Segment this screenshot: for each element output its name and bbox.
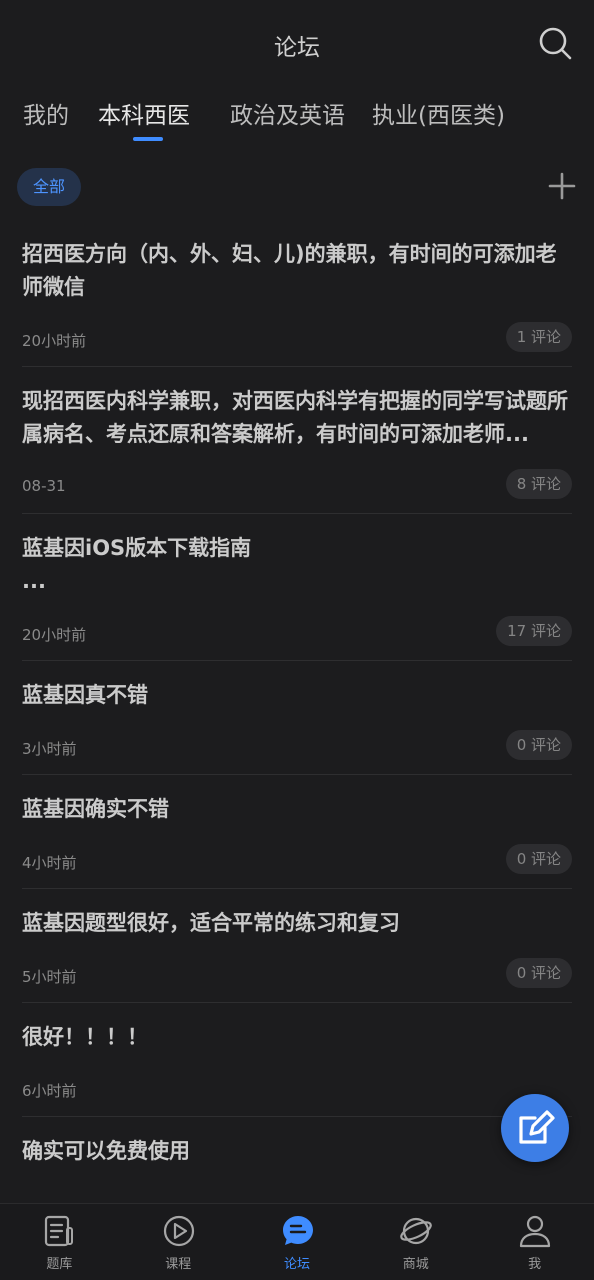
post-time: 4小时前 (22, 854, 77, 872)
post-title: 蓝基因iOS版本下载指南 ... (22, 536, 252, 593)
person-icon (520, 1215, 551, 1248)
list-item[interactable]: 蓝基因真不错 3小时前 0 评论 (22, 661, 572, 775)
tabbar-item-me[interactable]: 我 (475, 1204, 594, 1280)
top-bar: 论坛 (0, 0, 594, 88)
filter-row: 全部 (0, 168, 594, 208)
tabbar-label: 商城 (402, 1257, 429, 1272)
tab-licensed-western[interactable]: 执业(西医类) (372, 96, 505, 130)
search-icon[interactable] (538, 26, 572, 60)
list-item[interactable]: 很好！！！！ 6小时前 (22, 1003, 572, 1117)
post-list: 招西医方向（内、外、妇、儿)的兼职，有时间的可添加老师微信 20小时前 1 评论… (0, 220, 594, 1168)
tab-politics-english[interactable]: 政治及英语 (230, 96, 345, 130)
post-time: 3小时前 (22, 740, 77, 758)
active-tab-indicator (133, 137, 163, 141)
tab-mine[interactable]: 我的 (23, 96, 69, 130)
list-item[interactable]: 确实可以免费使用 (22, 1117, 572, 1168)
question-bank-icon (44, 1215, 73, 1247)
bottom-tab-bar: 题库 课程 论坛 商城 我 (0, 1203, 594, 1280)
filter-chip-all[interactable]: 全部 (17, 168, 82, 206)
post-title: 招西医方向（内、外、妇、儿)的兼职，有时间的可添加老师微信 (22, 242, 557, 299)
post-time: 5小时前 (22, 968, 77, 986)
post-time: 20小时前 (22, 626, 87, 644)
post-title: 蓝基因确实不错 (22, 797, 169, 821)
list-item[interactable]: 现招西医内科学兼职，对西医内科学有把握的同学写试题所属病名、考点还原和答案解析，… (22, 367, 572, 514)
play-icon (163, 1215, 194, 1247)
tabbar-label: 我 (528, 1257, 542, 1272)
tabbar-label: 论坛 (283, 1257, 310, 1272)
tabbar-item-question-bank[interactable]: 题库 (0, 1204, 119, 1280)
comment-count-badge: 17 评论 (496, 616, 572, 646)
comment-count-badge: 0 评论 (505, 730, 572, 760)
list-item[interactable]: 蓝基因iOS版本下载指南 ... 20小时前 17 评论 (22, 514, 572, 661)
add-icon[interactable] (548, 172, 576, 200)
chat-icon (282, 1216, 313, 1245)
tabbar-label: 课程 (165, 1257, 192, 1272)
planet-icon (400, 1217, 433, 1245)
comment-count-badge: 8 评论 (505, 469, 572, 499)
list-item[interactable]: 招西医方向（内、外、妇、儿)的兼职，有时间的可添加老师微信 20小时前 1 评论 (22, 220, 572, 367)
post-title: 现招西医内科学兼职，对西医内科学有把握的同学写试题所属病名、考点还原和答案解析，… (22, 389, 568, 446)
edit-icon (519, 1110, 555, 1144)
post-time: 20小时前 (22, 332, 87, 350)
tabbar-item-courses[interactable]: 课程 (119, 1204, 238, 1280)
post-title: 蓝基因真不错 (22, 683, 148, 707)
comment-count-badge: 1 评论 (505, 322, 572, 352)
post-time: 6小时前 (22, 1082, 77, 1100)
tabbar-item-store[interactable]: 商城 (356, 1204, 475, 1280)
post-title: 蓝基因题型很好，适合平常的练习和复习 (22, 911, 400, 935)
compose-button[interactable] (501, 1094, 569, 1162)
tabbar-label: 题库 (46, 1257, 73, 1272)
comment-count-badge: 0 评论 (505, 958, 572, 988)
comment-count-badge: 0 评论 (505, 844, 572, 874)
post-title: 确实可以免费使用 (22, 1139, 190, 1163)
post-title: 很好！！！！ (22, 1025, 148, 1049)
tab-undergrad-western-medicine[interactable]: 本科西医 (98, 96, 190, 130)
list-item[interactable]: 蓝基因题型很好，适合平常的练习和复习 5小时前 0 评论 (22, 889, 572, 1003)
page-title: 论坛 (274, 35, 320, 61)
list-item[interactable]: 蓝基因确实不错 4小时前 0 评论 (22, 775, 572, 889)
post-time: 08-31 (22, 477, 66, 495)
category-tabs: 我的 本科西医 政治及英语 执业(西医类) (0, 96, 594, 146)
tabbar-item-forum[interactable]: 论坛 (238, 1204, 357, 1280)
